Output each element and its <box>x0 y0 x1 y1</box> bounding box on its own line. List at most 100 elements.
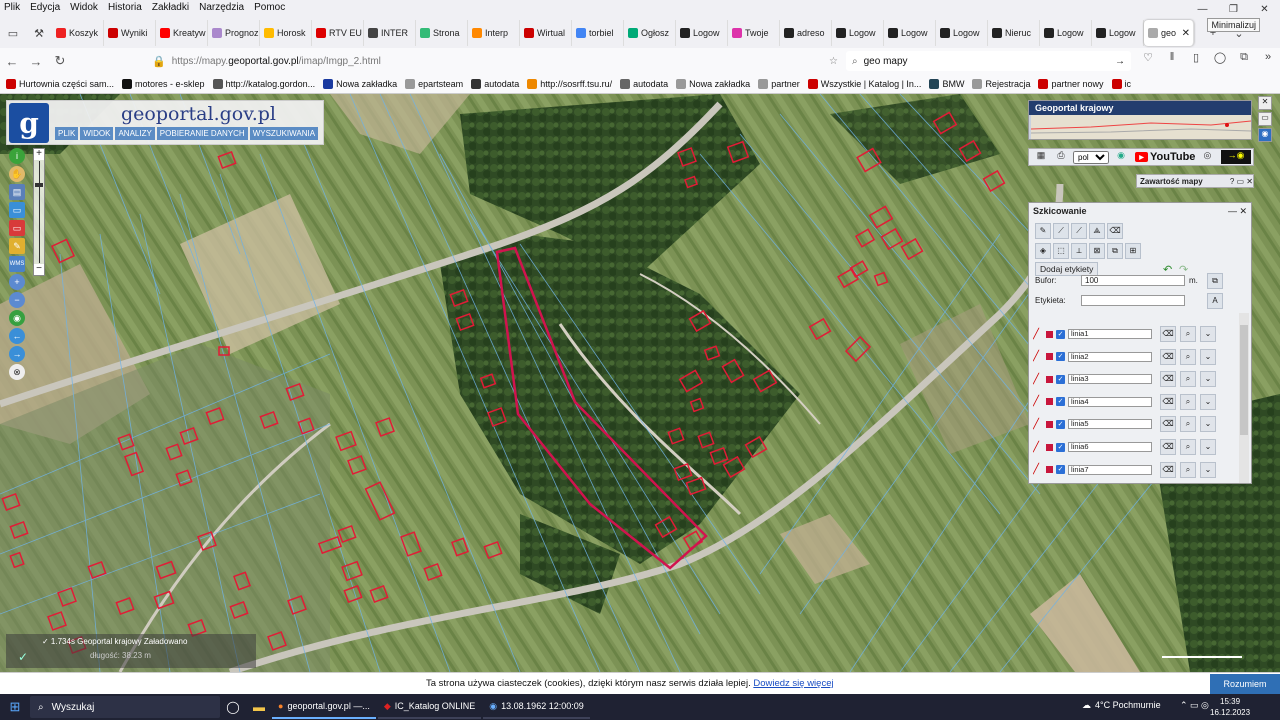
browser-tab[interactable]: INTER <box>364 20 416 46</box>
cookie-accept-button[interactable]: Rozumiem <box>1210 674 1280 694</box>
dial-icon[interactable]: ◎ <box>1199 150 1215 164</box>
line-pen-icon[interactable]: ╱ <box>1033 374 1043 385</box>
buffer-apply-icon[interactable]: ⧉ <box>1207 273 1223 289</box>
copy-icon[interactable]: ⧉ <box>1107 243 1123 259</box>
help-circle-icon[interactable]: ◉ <box>1113 150 1129 164</box>
browser-tab[interactable]: Logow <box>832 20 884 46</box>
menu-historia[interactable]: Historia <box>108 2 142 13</box>
view-eye-icon[interactable]: ◉ <box>1258 128 1272 142</box>
delete-feature-icon[interactable]: ⊠ <box>1089 243 1105 259</box>
menu-pobieranie-button[interactable]: POBIERANIE DANYCH <box>156 127 248 140</box>
line-zoom-icon[interactable]: ⌕ <box>1180 371 1196 388</box>
line-name-input[interactable]: linia2 <box>1068 351 1152 362</box>
zawartosc-mapy-header[interactable]: Zawartość mapy ? ▭ ✕ <box>1136 174 1254 188</box>
menu-widok-button[interactable]: WIDOK <box>80 127 114 140</box>
draw-polygon-icon[interactable]: ⟁ <box>1089 223 1105 239</box>
sidebar-icon[interactable]: ▯ <box>1184 51 1208 71</box>
zoom-out-icon[interactable]: − <box>9 292 25 308</box>
fill-icon[interactable]: ◈ <box>1035 243 1051 259</box>
line-erase-icon[interactable]: ⌫ <box>1160 371 1176 388</box>
bookmark-item[interactable]: Nowa zakładka <box>676 78 750 89</box>
line-color-swatch[interactable] <box>1046 398 1053 406</box>
line-color-swatch[interactable] <box>1046 330 1053 338</box>
line-color-swatch[interactable] <box>1046 443 1053 451</box>
line-name-input[interactable]: linia3 <box>1068 374 1152 385</box>
line-more-icon[interactable]: ⌄ <box>1200 326 1216 342</box>
menu-zakladki[interactable]: Zakładki <box>152 2 189 13</box>
line-erase-icon[interactable]: ⌫ <box>1160 416 1176 433</box>
line-name-input[interactable]: linia4 <box>1068 396 1152 407</box>
line-name-input[interactable]: linia6 <box>1068 442 1152 452</box>
line-zoom-icon[interactable]: ⌕ <box>1180 461 1196 478</box>
more-tools-icon[interactable]: » <box>1256 51 1280 71</box>
line-pen-icon[interactable]: ╱ <box>1033 419 1043 430</box>
browser-tab[interactable]: Nieruc <box>988 20 1040 46</box>
layers-icon[interactable]: ▤ <box>9 184 25 200</box>
line-zoom-icon[interactable]: ⌕ <box>1180 348 1196 365</box>
close-window-button[interactable]: ✕ <box>1249 0 1280 18</box>
account-icon[interactable]: ◯ <box>1208 51 1232 71</box>
browser-tab[interactable]: Wirtual <box>520 20 572 46</box>
library-icon[interactable]: ‖ <box>1160 51 1184 71</box>
line-name-input[interactable]: linia1 <box>1068 329 1152 339</box>
browser-tab[interactable]: Strona <box>416 20 468 46</box>
browser-tab[interactable]: Wyniki <box>104 20 156 46</box>
browser-tab[interactable]: RTV EU <box>312 20 364 46</box>
draw-line-icon[interactable]: ⟋ <box>1053 223 1069 239</box>
print-icon[interactable]: ⎙ <box>1053 150 1069 164</box>
line-more-icon[interactable]: ⌄ <box>1200 461 1216 478</box>
task-date-app[interactable]: ◉ 13.08.1962 12:00:09 <box>483 695 590 719</box>
menu-plik-button[interactable]: PLIK <box>55 127 79 140</box>
bookmark-item[interactable]: ic <box>1111 78 1131 89</box>
line-name-input[interactable]: linia7 <box>1068 464 1152 475</box>
erase-icon[interactable]: ⌫ <box>1107 223 1123 239</box>
menu-analizy-button[interactable]: ANALIZY <box>115 127 155 140</box>
menu-plik[interactable]: Plik <box>4 2 20 13</box>
browser-tab[interactable]: Prognoz <box>208 20 260 46</box>
zawartosc-controls[interactable]: ? ▭ ✕ <box>1230 177 1253 186</box>
wrench-icon[interactable]: ⚒ <box>26 20 52 46</box>
browser-tab[interactable]: Logow <box>1092 20 1144 46</box>
task-firefox[interactable]: ● geoportal.gov.pl —... <box>272 695 376 719</box>
browser-tab[interactable]: Interp <box>468 20 520 46</box>
bookmark-item[interactable]: http://katalog.gordon... <box>212 78 315 89</box>
sketch-scroll-thumb[interactable] <box>1240 325 1248 435</box>
menu-narzedzia[interactable]: Narzędzia <box>199 2 244 13</box>
panel-close-icon[interactable]: ✕ <box>1258 96 1272 110</box>
line-visible-checkbox[interactable]: ✓ <box>1056 419 1065 429</box>
line-pen-icon[interactable]: ╱ <box>1033 442 1043 453</box>
browser-tab[interactable]: Kreatyw OCTWA <box>156 20 208 46</box>
browser-tab[interactable]: Horosk <box>260 20 312 46</box>
tab-overview-icon[interactable]: ▭ <box>0 20 26 46</box>
sketch-scrollbar[interactable] <box>1239 313 1249 483</box>
compass-icon[interactable]: ⊗ <box>9 364 25 380</box>
globe-icon[interactable]: ◉ <box>9 310 25 326</box>
line-more-icon[interactable]: ⌄ <box>1200 371 1216 388</box>
line-zoom-icon[interactable]: ⌕ <box>1180 393 1196 410</box>
edit-vertex-icon[interactable]: ⬚ <box>1053 243 1069 259</box>
arrow-right-icon[interactable]: → <box>9 346 25 362</box>
search-input[interactable]: ⌕ geo mapy → <box>846 51 1131 71</box>
zoom-handle[interactable] <box>35 183 43 187</box>
line-pen-icon[interactable]: ╱ <box>1033 464 1043 475</box>
bookmark-item[interactable]: partner <box>758 78 800 89</box>
measure-icon[interactable]: ⟂ <box>1071 243 1087 259</box>
line-zoom-icon[interactable]: ⌕ <box>1180 326 1196 342</box>
task-view-icon[interactable]: ◯ <box>220 700 246 714</box>
line-more-icon[interactable]: ⌄ <box>1200 393 1216 410</box>
zoom-slider[interactable]: + − <box>33 148 45 276</box>
accessibility-eye-icon[interactable]: →◉ <box>1221 150 1251 164</box>
browser-tab[interactable]: adreso <box>780 20 832 46</box>
tab-close-icon[interactable]: ✕ <box>1182 28 1190 39</box>
bookmark-item[interactable]: http://sosrff.tsu.ru/ <box>527 78 612 89</box>
line-pen-icon[interactable]: ╱ <box>1033 329 1043 340</box>
browser-tab[interactable]: Logow <box>884 20 936 46</box>
cookie-more-link[interactable]: Dowiedz się więcej <box>753 678 833 689</box>
language-select[interactable]: pol <box>1073 150 1109 164</box>
menu-edycja[interactable]: Edycja <box>30 2 60 13</box>
line-erase-icon[interactable]: ⌫ <box>1160 439 1176 455</box>
browser-tab[interactable]: Twoje <box>728 20 780 46</box>
clock[interactable]: 15:39 16.12.2023 <box>1210 696 1250 718</box>
bookmark-item[interactable]: autodata <box>620 78 668 89</box>
overview-minimap[interactable] <box>1030 115 1252 139</box>
